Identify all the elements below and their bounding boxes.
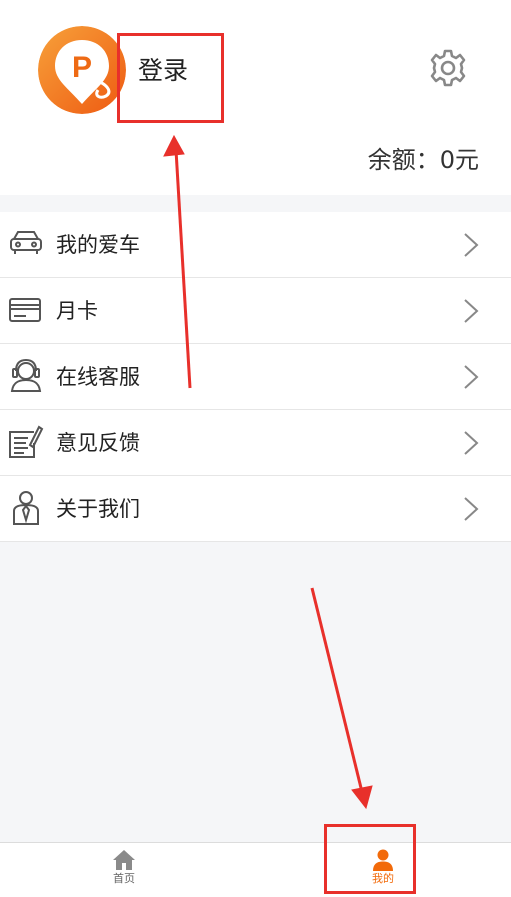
tab-mine[interactable]: 我的 <box>333 843 433 897</box>
chevron-right-icon <box>464 431 479 455</box>
menu-item-my-car[interactable]: 我的爱车 <box>0 212 511 278</box>
menu-item-label: 在线客服 <box>56 365 140 389</box>
chevron-right-icon <box>464 365 479 389</box>
settings-gear-icon[interactable] <box>428 48 468 88</box>
chevron-right-icon <box>464 497 479 521</box>
home-icon <box>113 850 135 870</box>
balance-display: 余额：0元 <box>368 144 479 176</box>
menu-item-feedback[interactable]: 意见反馈 <box>0 410 511 476</box>
svg-text:P: P <box>72 51 92 84</box>
balance-value: 0元 <box>439 146 479 174</box>
car-icon <box>10 231 42 254</box>
menu-item-label: 关于我们 <box>56 497 140 521</box>
headset-user-icon <box>10 358 42 392</box>
avatar[interactable]: P <box>38 26 126 114</box>
annotation-arrowhead-down <box>351 785 373 810</box>
bottom-tab-bar: 首页 我的 <box>0 842 511 897</box>
menu-item-label: 我的爱车 <box>56 233 140 257</box>
login-link[interactable]: 登录 <box>138 54 188 88</box>
feedback-note-icon <box>9 425 44 458</box>
profile-header: P 登录 余额：0元 <box>0 0 511 195</box>
card-icon <box>9 298 41 322</box>
tab-label: 首页 <box>113 872 135 885</box>
menu-item-online-service[interactable]: 在线客服 <box>0 344 511 410</box>
balance-label: 余额： <box>367 146 440 174</box>
menu-item-monthly-card[interactable]: 月卡 <box>0 278 511 344</box>
chevron-right-icon <box>464 299 479 323</box>
user-icon <box>373 849 393 871</box>
person-tie-icon <box>13 491 39 525</box>
menu-item-label: 意见反馈 <box>56 431 140 455</box>
parking-logo-icon: P <box>38 26 126 114</box>
tab-label: 我的 <box>372 872 394 885</box>
menu-item-about-us[interactable]: 关于我们 <box>0 476 511 542</box>
annotation-arrow-down <box>310 587 364 793</box>
menu-list: 我的爱车 月卡 在线客服 意见反馈 关于我们 <box>0 212 511 542</box>
chevron-right-icon <box>464 233 479 257</box>
tab-home[interactable]: 首页 <box>74 843 174 897</box>
menu-item-label: 月卡 <box>56 299 98 323</box>
